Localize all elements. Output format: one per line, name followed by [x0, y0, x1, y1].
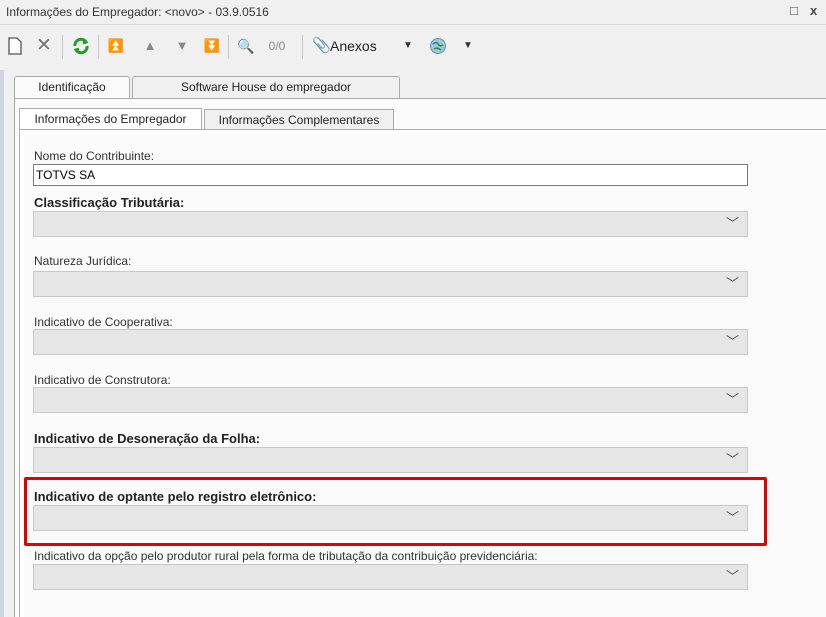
- toolbar-separator: [228, 35, 229, 59]
- tab-identificacao[interactable]: Identificação: [14, 76, 130, 99]
- chevron-down-icon: ﹀: [725, 216, 739, 231]
- toolbar: ✕ ⏫ ▲ ▼ ⏬ 🔍 0/0 📎 Anexos ▼ ▼: [0, 25, 826, 69]
- new-icon[interactable]: [6, 35, 24, 57]
- chevron-down-icon: ﹀: [725, 569, 739, 584]
- last-icon[interactable]: ⏬: [202, 35, 222, 57]
- tab-informacoes-complementares[interactable]: Informações Complementares: [204, 109, 394, 130]
- chevron-down-icon: ﹀: [725, 392, 739, 407]
- delete-icon[interactable]: ✕: [34, 35, 54, 57]
- anexos-button[interactable]: Anexos: [330, 35, 380, 57]
- produtor-rural-label: Indicativo da opção pelo produtor rural …: [34, 549, 538, 563]
- refresh-icon[interactable]: [70, 35, 92, 57]
- construtora-label: Indicativo de Construtora:: [34, 373, 171, 387]
- classificacao-tributaria-select[interactable]: ﹀: [33, 211, 748, 237]
- tab-informacoes-empregador[interactable]: Informações do Empregador: [19, 108, 202, 130]
- toolbar-separator: [302, 35, 303, 59]
- natureza-juridica-label: Natureza Jurídica:: [34, 254, 132, 268]
- next-icon[interactable]: ▼: [172, 35, 192, 57]
- toolbar-separator: [98, 35, 99, 59]
- chevron-down-icon: ﹀: [725, 276, 739, 291]
- chevron-down-icon: ﹀: [725, 334, 739, 349]
- nome-contribuinte-input[interactable]: TOTVS SA: [33, 164, 748, 186]
- desoneracao-label: Indicativo de Desoneração da Folha:: [34, 431, 261, 446]
- title-bar: Informações do Empregador: <novo> - 03.9…: [0, 0, 826, 25]
- desoneracao-select[interactable]: ﹀: [33, 447, 748, 473]
- window-title: Informações do Empregador: <novo> - 03.9…: [6, 5, 269, 19]
- chevron-down-icon: ﹀: [725, 452, 739, 467]
- first-icon[interactable]: ⏫: [106, 35, 126, 57]
- highlight-box: [24, 477, 767, 546]
- classificacao-tributaria-label: Classificação Tributária:: [34, 195, 185, 210]
- record-counter: 0/0: [268, 39, 286, 53]
- cooperativa-select[interactable]: ﹀: [33, 329, 748, 355]
- cooperativa-label: Indicativo de Cooperativa:: [34, 315, 173, 329]
- anexos-dropdown-chevron-icon[interactable]: ▼: [402, 35, 414, 57]
- search-icon[interactable]: 🔍: [236, 35, 256, 57]
- left-edge-bar: [0, 70, 4, 617]
- construtora-select[interactable]: ﹀: [33, 387, 748, 413]
- globe-icon[interactable]: [428, 35, 448, 57]
- prev-icon[interactable]: ▲: [140, 35, 160, 57]
- restore-window-button[interactable]: □: [790, 3, 798, 18]
- toolbar-separator: [62, 35, 63, 59]
- nome-contribuinte-label: Nome do Contribuinte:: [34, 149, 155, 163]
- natureza-juridica-select[interactable]: ﹀: [33, 271, 748, 297]
- globe-dropdown-chevron-icon[interactable]: ▼: [462, 35, 474, 57]
- paperclip-icon[interactable]: 📎: [312, 35, 331, 57]
- tab-software-house[interactable]: Software House do empregador: [132, 76, 400, 98]
- close-window-button[interactable]: x: [810, 3, 817, 18]
- produtor-rural-select[interactable]: ﹀: [33, 564, 748, 590]
